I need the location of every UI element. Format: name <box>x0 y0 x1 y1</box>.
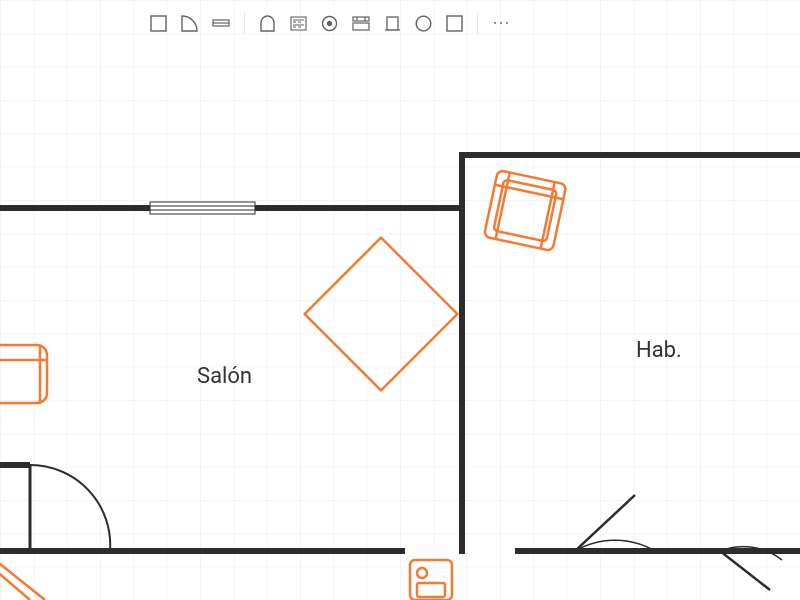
room-label-hab[interactable]: Hab. <box>636 338 682 363</box>
door-tool-icon[interactable] <box>384 15 401 31</box>
arch-tool-icon[interactable] <box>259 15 276 32</box>
appliance-furniture[interactable] <box>410 560 452 600</box>
window-tool-icon[interactable] <box>352 16 370 31</box>
floorplan-drawing[interactable] <box>0 0 800 600</box>
toolbar-separator <box>244 12 245 34</box>
wall-tool-icon[interactable] <box>150 15 167 32</box>
toolbar-separator <box>477 12 478 34</box>
room-label-salon[interactable]: Salón <box>197 364 252 389</box>
more-tools-button[interactable]: ⋯ <box>492 13 512 34</box>
circle-tool-icon[interactable] <box>415 15 432 32</box>
chair-furniture[interactable] <box>0 345 47 403</box>
floor-tool-icon[interactable] <box>212 17 230 29</box>
armchair-furniture[interactable] <box>484 170 567 251</box>
corner-tool-icon[interactable] <box>181 15 198 32</box>
rect-tool-icon[interactable] <box>446 15 463 32</box>
target-tool-icon[interactable] <box>321 15 338 32</box>
toolbar: ⋯ <box>150 6 512 40</box>
rug-furniture[interactable] <box>305 238 458 391</box>
corner-item[interactable] <box>0 560 45 600</box>
kitchen-tool-icon[interactable] <box>290 16 307 31</box>
